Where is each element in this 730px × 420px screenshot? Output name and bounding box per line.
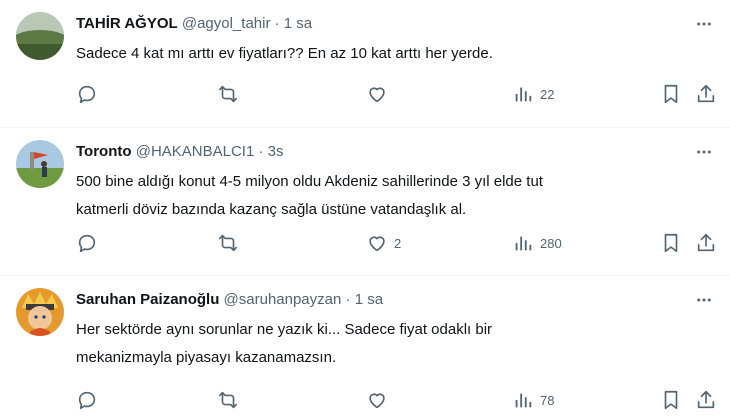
views-icon xyxy=(512,389,534,411)
separator: · xyxy=(258,143,264,160)
author-handle[interactable]: @HAKANBALCI1 xyxy=(136,143,255,160)
author-handle[interactable]: @agyol_tahir xyxy=(182,15,271,32)
author-handle[interactable]: @saruhanpayzan xyxy=(224,291,342,308)
retweet-button[interactable] xyxy=(217,80,239,108)
like-button[interactable] xyxy=(366,386,394,414)
author-name[interactable]: Saruhan Paizanoğlu xyxy=(76,291,219,308)
tweet[interactable]: Saruhan Paizanoğlu @saruhanpayzan · 1 sa… xyxy=(0,276,730,420)
bookmark-button[interactable] xyxy=(660,80,682,108)
views-button[interactable]: 22 xyxy=(512,80,554,108)
share-button[interactable] xyxy=(695,229,717,257)
tweet[interactable]: TAHİR AĞYOL @agyol_tahir · 1 sa Sadece 4… xyxy=(0,0,730,128)
tweet-text-line: Sadece 4 kat mı arttı ev fiyatları?? En … xyxy=(76,45,493,62)
timestamp[interactable]: 1 sa xyxy=(355,291,383,308)
like-icon xyxy=(366,389,388,411)
views-icon xyxy=(512,232,534,254)
views-count: 78 xyxy=(540,392,555,408)
action-bar: 2 280 xyxy=(70,229,720,257)
tweet[interactable]: Toronto @HAKANBALCI1 · 3s 500 bine aldığ… xyxy=(0,128,730,276)
like-icon xyxy=(366,83,388,105)
avatar[interactable] xyxy=(16,140,64,188)
like-count: 2 xyxy=(394,235,402,251)
share-button[interactable] xyxy=(695,386,717,414)
author-name[interactable]: TAHİR AĞYOL xyxy=(76,15,178,32)
bookmark-icon xyxy=(660,83,682,105)
retweet-icon xyxy=(217,389,239,411)
more-dots-icon[interactable] xyxy=(692,288,716,312)
tweet-text-line: mekanizmayla piyasayı kazanamazsın. xyxy=(76,349,337,366)
tweet-text: 500 bine aldığı konut 4-5 milyon oldu Ak… xyxy=(76,168,710,224)
tweet-text: Sadece 4 kat mı arttı ev fiyatları?? En … xyxy=(76,40,710,68)
tweet-text: Her sektörde aynı sorunlar ne yazık ki..… xyxy=(76,316,710,372)
share-icon xyxy=(695,83,717,105)
like-icon xyxy=(366,232,388,254)
retweet-icon xyxy=(217,232,239,254)
reply-button[interactable] xyxy=(76,229,98,257)
tweet-text-line: katmerli döviz bazında kazanç sağla üstü… xyxy=(76,201,467,218)
retweet-button[interactable] xyxy=(217,229,239,257)
author-name[interactable]: Toronto xyxy=(76,143,132,160)
timestamp[interactable]: 3s xyxy=(268,143,284,160)
tweet-text-line: 500 bine aldığı konut 4-5 milyon oldu Ak… xyxy=(76,173,543,190)
reply-button[interactable] xyxy=(76,80,98,108)
bookmark-button[interactable] xyxy=(660,229,682,257)
tweet-text-line: Her sektörde aynı sorunlar ne yazık ki..… xyxy=(76,321,493,338)
views-button[interactable]: 78 xyxy=(512,386,554,414)
bookmark-button[interactable] xyxy=(660,386,682,414)
bookmark-icon xyxy=(660,389,682,411)
separator: · xyxy=(274,15,280,32)
tweet-header: Saruhan Paizanoğlu @saruhanpayzan · 1 sa xyxy=(76,290,690,310)
retweet-icon xyxy=(217,83,239,105)
views-icon xyxy=(512,83,534,105)
reply-icon xyxy=(76,389,98,411)
views-count: 22 xyxy=(540,86,555,102)
reply-icon xyxy=(76,232,98,254)
views-button[interactable]: 280 xyxy=(512,229,562,257)
reply-button[interactable] xyxy=(76,386,98,414)
timestamp[interactable]: 1 sa xyxy=(284,15,312,32)
action-bar: 22 xyxy=(70,80,720,108)
retweet-button[interactable] xyxy=(217,386,239,414)
share-icon xyxy=(695,389,717,411)
more-dots-icon[interactable] xyxy=(692,12,716,36)
tweet-header: TAHİR AĞYOL @agyol_tahir · 1 sa xyxy=(76,14,690,34)
tweet-header: Toronto @HAKANBALCI1 · 3s xyxy=(76,142,690,162)
like-button[interactable]: 2 xyxy=(366,229,401,257)
like-button[interactable] xyxy=(366,80,394,108)
avatar[interactable] xyxy=(16,12,64,60)
share-button[interactable] xyxy=(695,80,717,108)
more-dots-icon[interactable] xyxy=(692,140,716,164)
separator: · xyxy=(345,291,351,308)
share-icon xyxy=(695,232,717,254)
bookmark-icon xyxy=(660,232,682,254)
action-bar: 78 xyxy=(70,386,720,414)
avatar[interactable] xyxy=(16,288,64,336)
reply-icon xyxy=(76,83,98,105)
views-count: 280 xyxy=(540,235,562,251)
